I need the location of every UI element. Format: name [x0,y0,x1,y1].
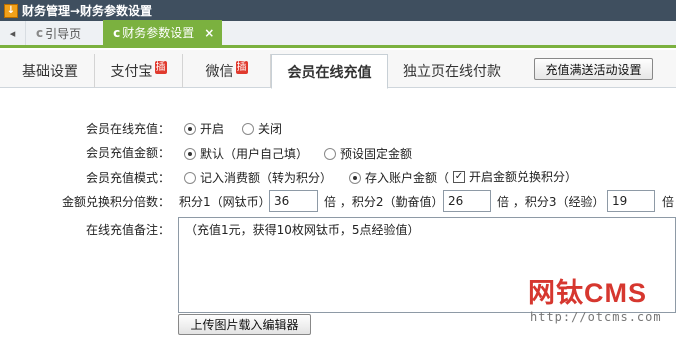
upload-image-button[interactable]: 上传图片载入编辑器 [178,314,311,335]
subtab-label: 基础设置 [22,64,78,80]
tab-label: 财务参数设置 [122,26,195,40]
recharge-mode-consumption-radio[interactable]: 记入消费额（转为积分） [184,169,332,186]
window-title: 财务管理→财务参数设置 [22,4,153,18]
subtab-label: 支付宝 [110,64,153,80]
subtab-member-recharge[interactable]: 会员在线充值 [271,54,388,89]
option-label: 默认（用户自己填） [200,147,309,161]
refresh-icon: c [36,26,44,40]
exchange-points-checkbox[interactable]: ✓ 开启金额兑换积分） [453,168,577,185]
brand-watermark: 网钛CMS http://otcms.com [528,278,662,324]
refresh-icon: c [113,25,121,40]
radio-unchecked-icon [184,171,196,184]
online-recharge-off-radio[interactable]: 关闭 [242,120,282,137]
subtab-label: 会员在线充值 [287,64,372,81]
radio-unchecked-icon [242,122,254,135]
score2-label: 倍 ，积分2（勤奋值） [324,195,444,209]
option-label: 存入账户金额（ [365,171,450,185]
option-label: 关闭 [258,122,283,136]
multiplier-suffix: 倍 [662,195,675,209]
score3-input[interactable]: 19 [607,190,655,212]
subtab-label: 独立页在线付款 [403,64,501,80]
multiplier-label: 金额兑换积分倍数： [61,195,170,209]
tab-scroll-left-button[interactable]: ◂ [0,21,26,45]
option-label: 开启 [200,122,225,136]
recharge-amount-label: 会员充值金额： [85,146,170,160]
recharge-amount-default-radio[interactable]: 默认（用户自己填） [184,145,308,162]
checkbox-label: 开启金额兑换积分） [469,170,578,184]
radio-unchecked-icon [324,147,336,160]
score1-input[interactable]: 36 [269,190,318,212]
subtab-standalone-payment[interactable]: 独立页在线付款 [388,54,516,88]
checkmark-icon: ✓ [453,170,465,183]
tab-guide-page[interactable]: c 引导页 [26,21,91,45]
chevron-left-icon: ◂ [9,26,16,40]
score1-label: 积分1（网钛币） [179,195,271,209]
radio-checked-icon [184,147,196,160]
score3-label: 倍 ，积分3（经验） [497,195,605,209]
radio-checked-icon [184,122,196,135]
tab-label: 引导页 [45,26,82,41]
radio-checked-icon [349,171,361,184]
subtab-alipay[interactable]: 支付宝 插 [95,54,183,88]
download-arrow-icon: ↓ [4,3,18,18]
close-icon[interactable]: × [204,26,214,40]
subtab-label: 微信 [205,64,234,80]
score2-input[interactable]: 26 [443,190,491,212]
online-recharge-on-radio[interactable]: 开启 [184,120,224,137]
window-titlebar: ↓ 财务管理→财务参数设置 [0,0,676,21]
watermark-logo: 网钛CMS [528,278,647,308]
note-label: 在线充值备注： [85,223,170,237]
recharge-promo-settings-button[interactable]: 充值满送活动设置 [534,58,653,80]
recharge-mode-account-radio[interactable]: 存入账户金额（ [349,169,449,186]
option-label: 记入消费额（转为积分） [200,171,333,185]
online-recharge-label: 会员在线充值： [85,122,170,136]
option-label: 预设固定金额 [340,147,413,161]
tab-finance-settings[interactable]: c 财务参数设置 × [103,20,223,45]
recharge-amount-fixed-radio[interactable]: 预设固定金额 [324,145,412,162]
plugin-badge: 插 [154,60,167,74]
subtab-wechat[interactable]: 微信 插 [183,54,271,88]
plugin-badge: 插 [235,60,248,74]
recharge-mode-label: 会员充值模式： [85,171,170,185]
watermark-url: http://otcms.com [530,310,662,324]
subtab-basic[interactable]: 基础设置 [6,54,95,88]
page-tab-strip: ◂ c 引导页 c 财务参数设置 × [0,20,676,48]
